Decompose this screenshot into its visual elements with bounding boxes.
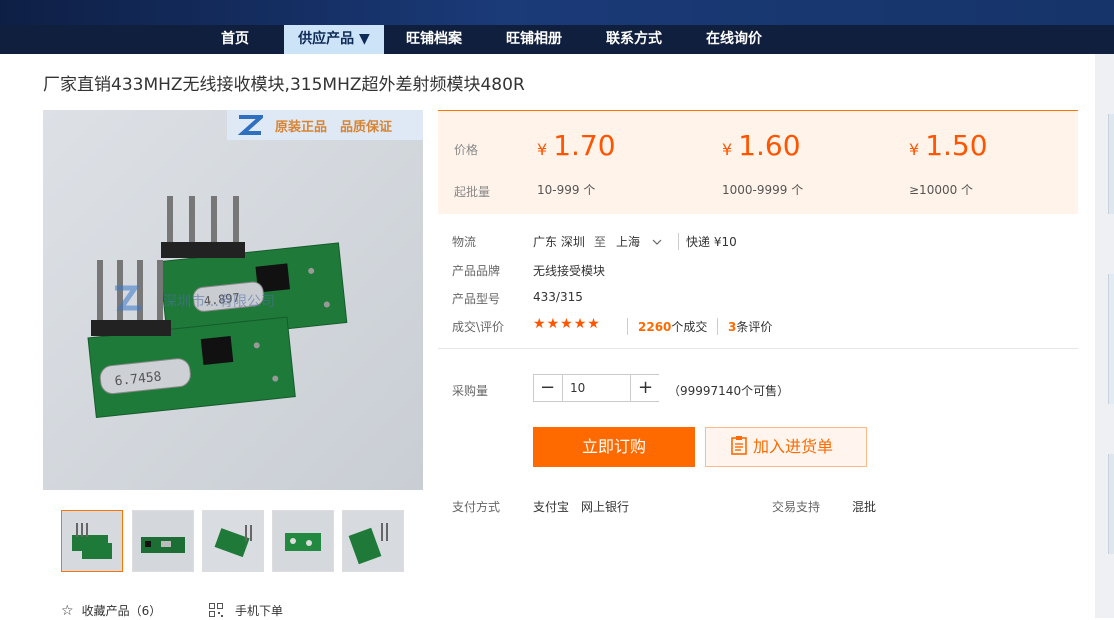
- deal-count-suffix: 个成交: [671, 320, 708, 334]
- star-icon: ★: [573, 316, 588, 332]
- moq-label: 起批量: [454, 185, 491, 199]
- ship-from: 广东 深圳: [533, 235, 585, 249]
- qr-code-icon: [209, 603, 223, 617]
- nav-contact[interactable]: 联系方式: [596, 25, 672, 54]
- thumbnail-image: [133, 511, 193, 571]
- quantity-decrease-button[interactable]: −: [534, 375, 561, 401]
- price-value: 1.70: [553, 129, 616, 162]
- trade-support-label: 交易支持: [772, 500, 821, 514]
- nav-profile[interactable]: 旺铺档案: [396, 25, 472, 54]
- mobile-order-label: 手机下单: [235, 604, 284, 618]
- star-icon: ★: [533, 316, 547, 332]
- right-edge-panel: [1095, 54, 1114, 618]
- payment-label: 支付方式: [452, 500, 501, 514]
- shipping-fee: 快递 ¥10: [678, 233, 737, 250]
- thumbnail-4[interactable]: [272, 510, 334, 572]
- side-card: [1108, 454, 1114, 554]
- thumbnail-image: [343, 511, 403, 571]
- nav-products[interactable]: 供应产品 ▼: [284, 25, 384, 54]
- moq-tier-1: 10-999 个: [537, 183, 596, 197]
- product-main-image[interactable]: 4.897 6.7458 深圳市…有限公司 原装正品 品质保证: [43, 110, 423, 490]
- moq-tier-2: 1000-9999 个: [722, 183, 804, 197]
- brand-logo-icon: [237, 115, 263, 135]
- price-tier-1: ¥1.70: [537, 129, 616, 162]
- ship-to: 上海: [616, 235, 641, 249]
- quantity-label: 采购量: [452, 384, 489, 398]
- nav-home[interactable]: 首页: [200, 25, 270, 54]
- badge-text: 原装正品 品质保证: [275, 120, 393, 135]
- mobile-order[interactable]: 手机下单: [209, 602, 283, 619]
- ship-to-select[interactable]: 上海: [616, 233, 662, 250]
- thumbnail-1[interactable]: [61, 510, 123, 572]
- rating-stars: ★★★★★: [533, 316, 601, 332]
- stock-available: （99997140个可售）: [668, 384, 790, 398]
- quantity-increase-button[interactable]: +: [632, 375, 659, 401]
- star-icon: ★: [546, 316, 561, 332]
- shop-nav-bar: 首页 供应产品 ▼ 旺铺档案 旺铺相册 联系方式 在线询价: [0, 25, 1114, 54]
- add-to-cart-label: 加入进货单: [753, 437, 834, 456]
- price-label: 价格: [454, 143, 479, 157]
- deals-reviews-label: 成交\评价: [452, 320, 505, 334]
- thumbnail-3[interactable]: [202, 510, 264, 572]
- deal-count-number: 2260: [638, 320, 672, 334]
- currency-symbol: ¥: [909, 140, 920, 159]
- price-tier-3: ¥1.50: [909, 129, 988, 162]
- favorite-label: 收藏产品（6）: [81, 604, 162, 618]
- review-count[interactable]: 3条评价: [717, 318, 772, 335]
- brand-label: 产品品牌: [452, 264, 501, 278]
- thumbnail-image: [62, 511, 122, 571]
- price-panel: 价格 起批量 ¥1.70 ¥1.60 ¥1.50 10-999 个 1000-9…: [438, 110, 1078, 214]
- quantity-stepper: − +: [533, 374, 659, 402]
- star-icon: ★: [587, 316, 601, 332]
- clipboard-icon: [731, 431, 747, 469]
- thumbnail-image: [203, 511, 263, 571]
- currency-symbol: ¥: [722, 140, 733, 159]
- currency-symbol: ¥: [537, 140, 548, 159]
- nav-inquiry[interactable]: 在线询价: [696, 25, 772, 54]
- review-count-suffix: 条评价: [736, 320, 773, 334]
- add-to-cart-button[interactable]: 加入进货单: [705, 427, 867, 467]
- chevron-down-icon: [652, 234, 662, 248]
- star-icon: ★: [560, 316, 574, 332]
- nav-album[interactable]: 旺铺相册: [496, 25, 572, 54]
- quantity-input[interactable]: [562, 375, 631, 401]
- favorite-product[interactable]: ☆ 收藏产品（6）: [61, 602, 161, 619]
- top-banner: [0, 0, 1114, 25]
- ship-to-word: 至: [594, 235, 607, 249]
- buy-now-button[interactable]: 立即订购: [533, 427, 695, 467]
- image-watermark-text: 深圳市…有限公司: [163, 294, 275, 310]
- star-outline-icon: ☆: [61, 603, 74, 619]
- deal-count[interactable]: 2260个成交: [627, 318, 707, 335]
- price-value: 1.50: [925, 129, 988, 162]
- price-tier-2: ¥1.60: [722, 129, 801, 162]
- side-card: [1108, 114, 1114, 214]
- authentic-badge: 原装正品 品质保证: [227, 110, 423, 140]
- moq-tier-3: ≥10000 个: [909, 183, 974, 197]
- section-divider: [438, 348, 1078, 349]
- logistics-label: 物流: [452, 235, 477, 249]
- thumbnail-2[interactable]: [132, 510, 194, 572]
- payment-methods: 支付宝 网上银行: [533, 500, 630, 514]
- thumbnail-5[interactable]: [342, 510, 404, 572]
- brand-value: 无线接受模块: [533, 264, 606, 278]
- model-label: 产品型号: [452, 292, 501, 306]
- model-value: 433/315: [533, 290, 583, 304]
- product-title: 厂家直销433MHZ无线接收模块,315MHZ超外差射频模块480R: [43, 75, 525, 95]
- thumbnail-image: [273, 511, 333, 571]
- price-value: 1.60: [738, 129, 801, 162]
- side-card: [1108, 274, 1114, 404]
- trade-support-value: 混批: [852, 500, 877, 514]
